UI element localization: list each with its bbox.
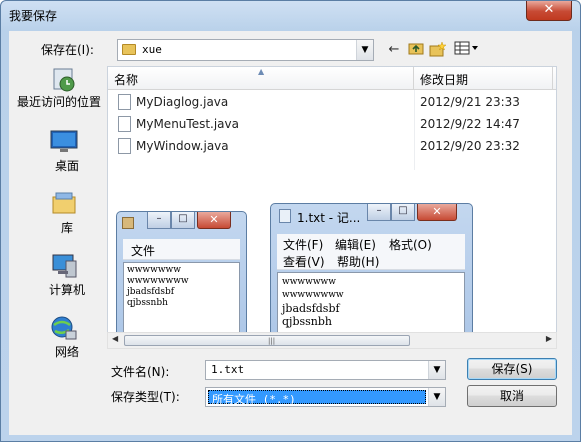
place-desktop[interactable]: 桌面 bbox=[17, 129, 107, 185]
place-network[interactable]: 网络 bbox=[17, 315, 107, 371]
menu-edit[interactable]: 编辑(E) bbox=[335, 236, 376, 253]
place-libraries[interactable]: 库 bbox=[17, 191, 107, 247]
file-name-label: 文件名(N): bbox=[111, 365, 170, 379]
maximize-button[interactable]: □ bbox=[391, 204, 415, 221]
window-title: 我要保存 bbox=[9, 9, 58, 23]
place-label: 网络 bbox=[54, 345, 79, 359]
scroll-right-icon[interactable]: ▶ bbox=[546, 334, 552, 343]
java-file-icon bbox=[118, 94, 131, 110]
place-label: 最近访问的位置 bbox=[16, 95, 101, 109]
save-dialog-window: 我要保存 ✕ 保存在(I): xue ▼ ← 最近访问的位置 桌面 库 计算机 … bbox=[0, 0, 581, 442]
text-line: wwwwwwww bbox=[127, 276, 189, 286]
file-date: 2012/9/20 23:32 bbox=[420, 139, 520, 153]
file-name-field[interactable]: 1.txt ▼ bbox=[205, 360, 446, 380]
place-computer[interactable]: 计算机 bbox=[17, 253, 107, 309]
folder-icon bbox=[122, 44, 136, 55]
column-header-date[interactable]: 修改日期 bbox=[420, 71, 468, 88]
new-folder-icon[interactable] bbox=[429, 41, 447, 59]
dialog-client-area: 保存在(I): xue ▼ ← 最近访问的位置 桌面 库 计算机 网络 ▲ 名称… bbox=[9, 31, 572, 435]
app-icon bbox=[122, 217, 134, 229]
notepad-window[interactable]: 1.txt - 记... – □ ✕ 文件(F) 编辑(E) 格式(O) 查看(… bbox=[270, 203, 473, 341]
place-label: 库 bbox=[60, 221, 73, 235]
sort-ascending-icon: ▲ bbox=[258, 67, 265, 76]
text-line: qjbssnbh bbox=[282, 315, 332, 328]
network-icon bbox=[51, 316, 77, 340]
text-area[interactable]: wwwwwww wwwwwwww jbadsfdsbf qjbssnbh bbox=[123, 262, 240, 341]
file-name: MyDiaglog.java bbox=[136, 95, 229, 109]
notepad-title: 1.txt - 记... bbox=[297, 211, 361, 225]
java-file-icon bbox=[118, 138, 131, 154]
view-menu-icon[interactable] bbox=[453, 41, 481, 59]
text-line: jbadsfdsbf bbox=[127, 287, 175, 297]
places-bar: 最近访问的位置 桌面 库 计算机 网络 bbox=[17, 67, 107, 367]
current-folder-text: xue bbox=[142, 43, 162, 56]
file-list[interactable]: ▲ 名称 修改日期 MyDiaglog.java 2012/9/21 23:33… bbox=[107, 66, 557, 342]
file-date: 2012/9/21 23:33 bbox=[420, 95, 520, 109]
chevron-down-icon[interactable]: ▼ bbox=[356, 40, 373, 60]
place-label: 计算机 bbox=[48, 283, 85, 297]
file-row[interactable]: MyDiaglog.java 2012/9/21 23:33 bbox=[108, 91, 556, 113]
libraries-icon bbox=[52, 192, 76, 214]
title-bar[interactable]: 我要保存 ✕ bbox=[1, 1, 580, 29]
text-line: wwwwwww bbox=[282, 277, 336, 287]
column-divider[interactable] bbox=[552, 67, 553, 90]
scroll-left-icon[interactable]: ◀ bbox=[112, 334, 118, 343]
maximize-button[interactable]: □ bbox=[171, 212, 195, 229]
menu-bar: 文件 bbox=[123, 239, 240, 260]
up-folder-icon[interactable] bbox=[407, 41, 425, 59]
menu-file[interactable]: 文件(F) bbox=[283, 236, 323, 253]
file-type-select[interactable]: 所有文件 (*.*) ▼ bbox=[205, 387, 446, 407]
text-line: jbadsfdsbf bbox=[282, 302, 340, 315]
close-button[interactable]: ✕ bbox=[417, 204, 457, 221]
text-line: wwwwwwww bbox=[282, 290, 344, 300]
file-row[interactable]: MyWindow.java 2012/9/20 23:32 bbox=[108, 135, 556, 157]
file-date: 2012/9/22 14:47 bbox=[420, 117, 520, 131]
back-arrow-icon[interactable]: ← bbox=[385, 41, 403, 59]
close-button[interactable]: ✕ bbox=[526, 1, 572, 21]
minimize-button[interactable]: – bbox=[147, 212, 171, 229]
file-name: MyMenuTest.java bbox=[136, 117, 239, 131]
menu-bar: 文件(F) 编辑(E) 格式(O) 查看(V) 帮助(H) bbox=[277, 234, 465, 270]
column-divider[interactable] bbox=[413, 67, 414, 90]
file-row[interactable]: MyMenuTest.java 2012/9/22 14:47 bbox=[108, 113, 556, 135]
save-in-label: 保存在(I): bbox=[41, 43, 94, 57]
grip-icon: ||| bbox=[268, 337, 276, 345]
menu-file[interactable]: 文件 bbox=[131, 242, 155, 259]
save-in-combo[interactable]: xue ▼ bbox=[117, 39, 374, 61]
place-label: 桌面 bbox=[54, 159, 79, 173]
computer-icon bbox=[52, 254, 77, 278]
horizontal-scrollbar[interactable]: ◀ ||| ▶ bbox=[107, 332, 557, 349]
selected-highlight: 所有文件 (*.*) bbox=[208, 390, 426, 406]
file-name-value: 1.txt bbox=[211, 363, 245, 376]
close-button[interactable]: ✕ bbox=[197, 212, 231, 229]
list-header: ▲ 名称 修改日期 bbox=[108, 67, 556, 90]
chevron-down-icon[interactable]: ▼ bbox=[428, 388, 445, 406]
save-button[interactable]: 保存(S) bbox=[467, 358, 557, 380]
chevron-down-icon[interactable]: ▼ bbox=[428, 361, 445, 379]
menu-help[interactable]: 帮助(H) bbox=[337, 253, 379, 270]
file-type-value: 所有文件 (*.*) bbox=[212, 393, 296, 406]
column-header-name[interactable]: 名称 bbox=[114, 71, 138, 88]
file-name: MyWindow.java bbox=[136, 139, 229, 153]
java-file-icon bbox=[118, 116, 131, 132]
notepad-icon bbox=[279, 209, 291, 223]
minimize-button[interactable]: – bbox=[367, 204, 391, 221]
menu-view[interactable]: 查看(V) bbox=[283, 253, 325, 270]
scrollbar-thumb[interactable]: ||| bbox=[124, 335, 410, 346]
place-recent[interactable]: 最近访问的位置 bbox=[17, 67, 107, 123]
small-app-window[interactable]: – □ ✕ 文件 wwwwwww wwwwwwww jbadsfdsbf qjb… bbox=[116, 211, 247, 341]
text-line: qjbssnbh bbox=[127, 298, 168, 308]
desktop-icon bbox=[50, 130, 78, 152]
recent-places-icon bbox=[53, 68, 75, 92]
menu-format[interactable]: 格式(O) bbox=[389, 236, 432, 253]
cancel-button[interactable]: 取消 bbox=[467, 385, 557, 407]
file-type-label: 保存类型(T): bbox=[111, 390, 180, 404]
text-line: wwwwwww bbox=[127, 265, 181, 275]
